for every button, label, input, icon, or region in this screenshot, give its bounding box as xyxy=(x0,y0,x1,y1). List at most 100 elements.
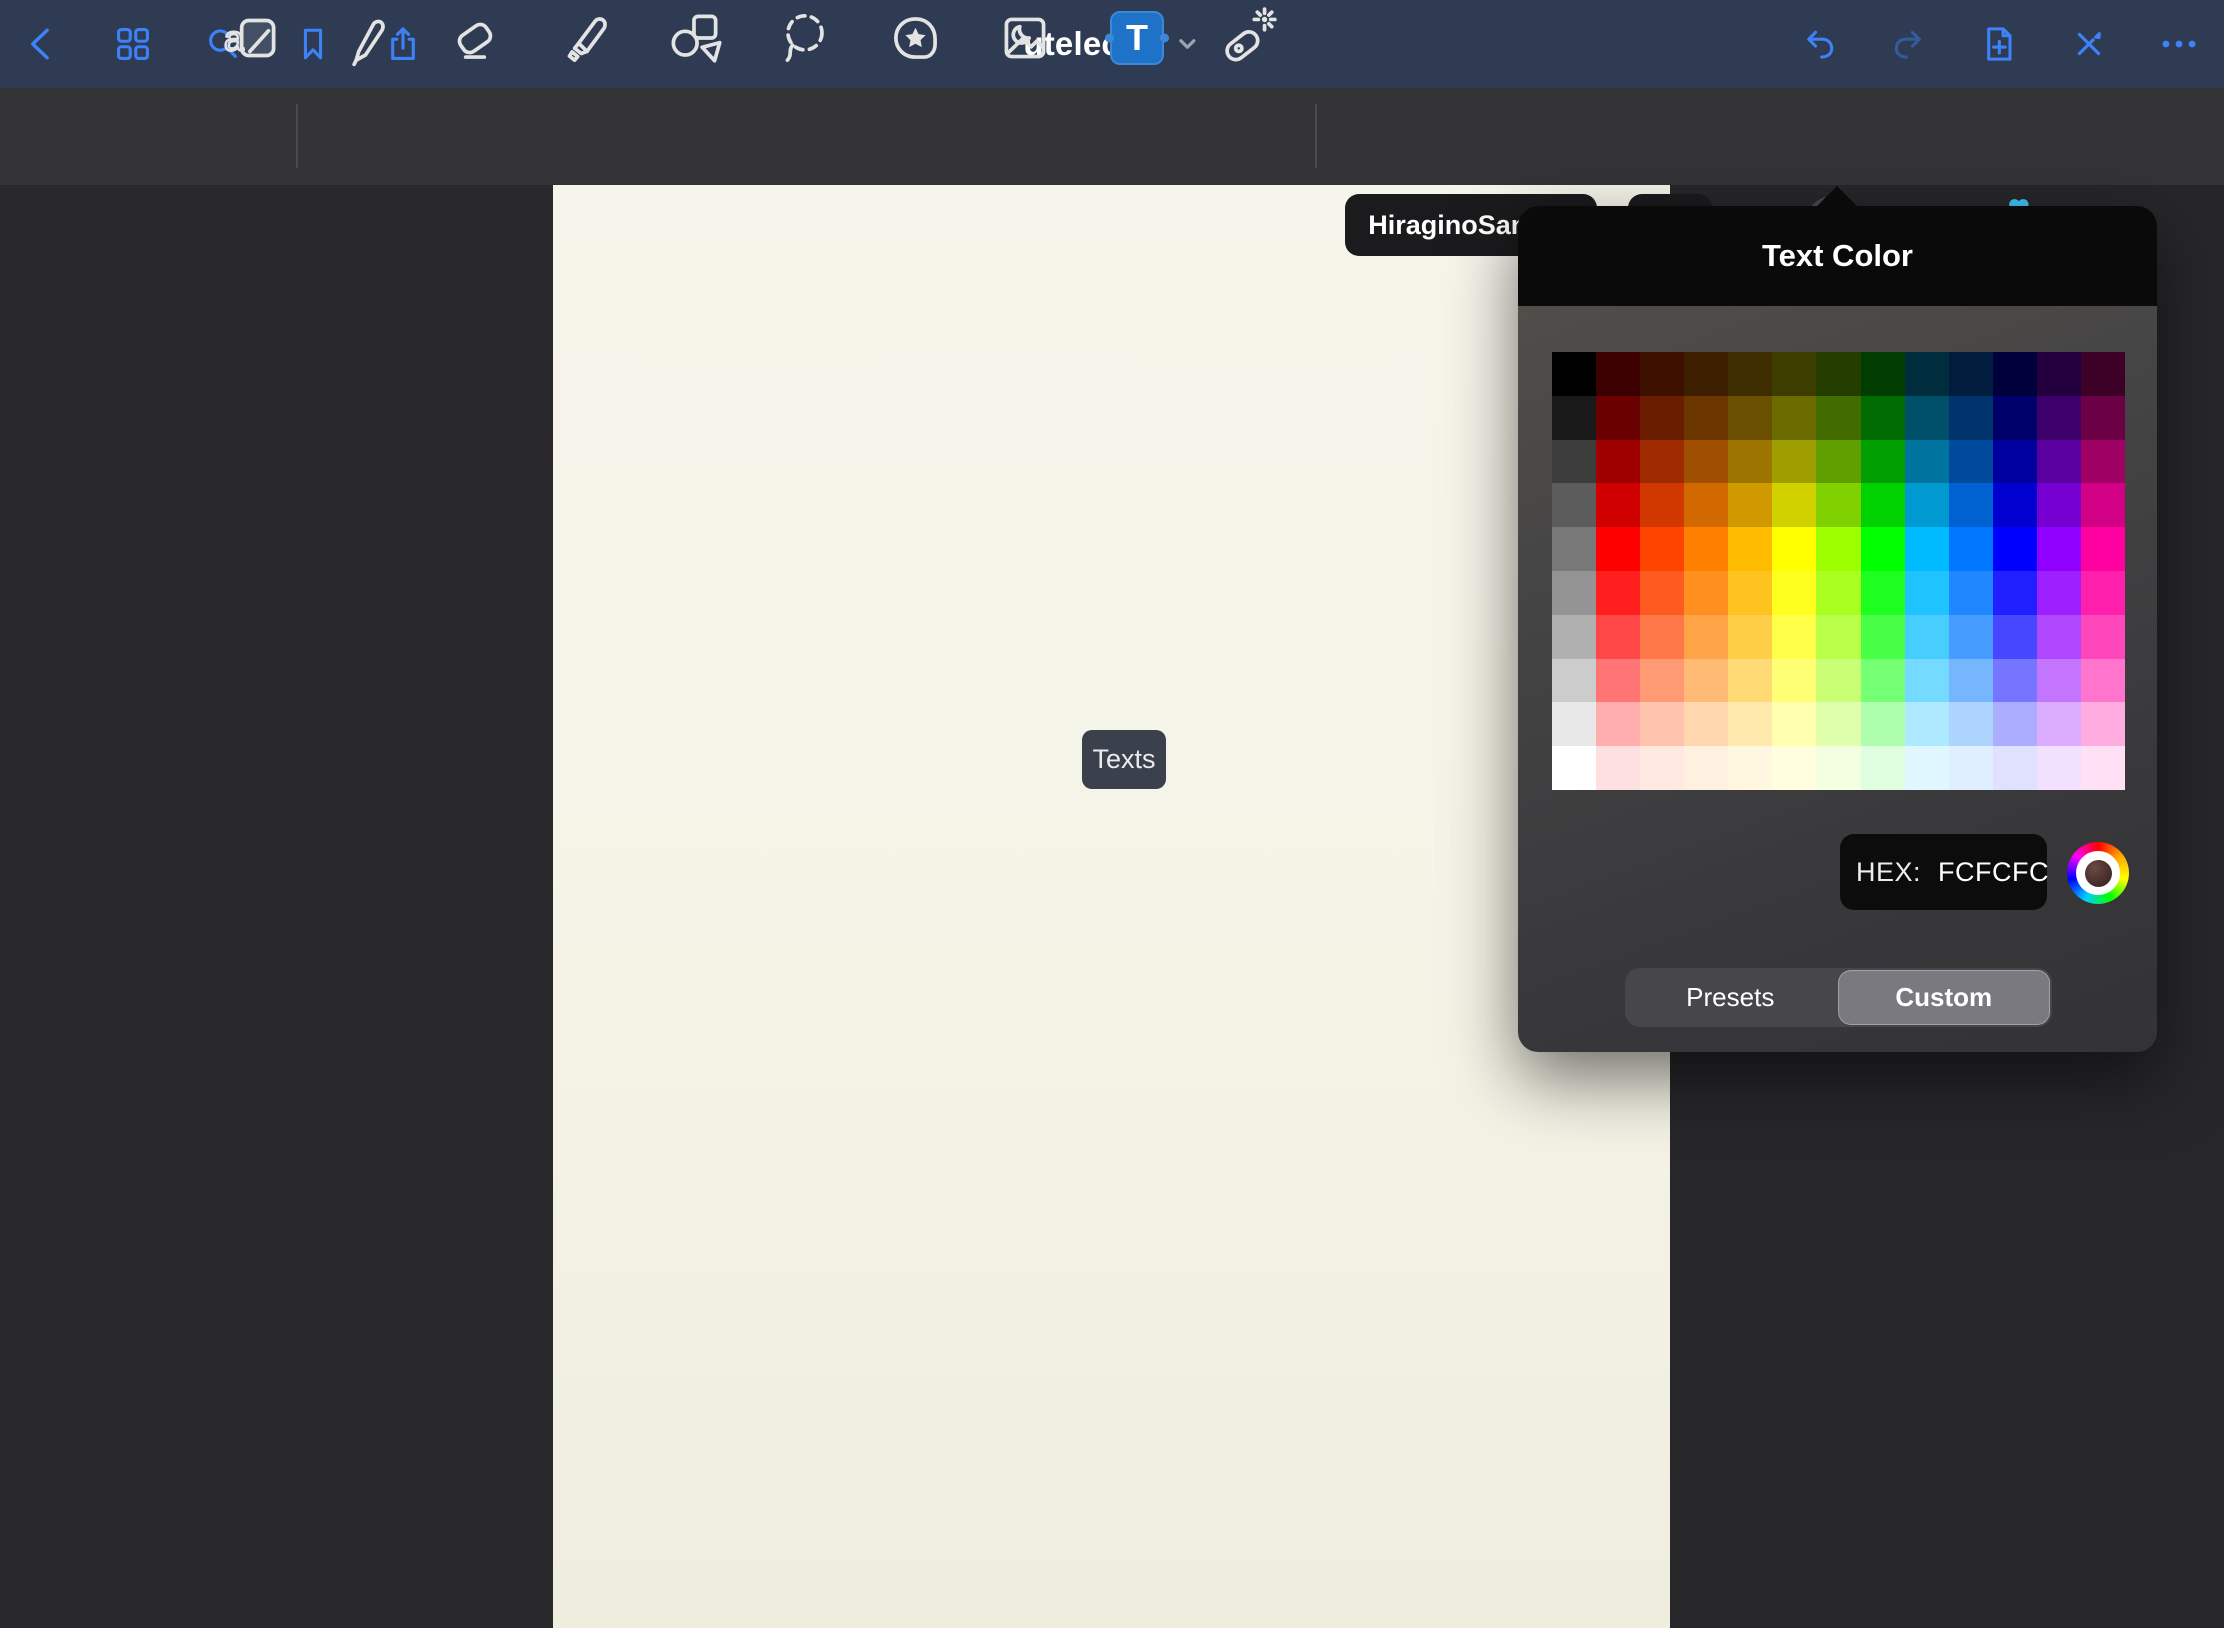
color-swatch[interactable] xyxy=(2081,702,2125,746)
color-swatch[interactable] xyxy=(1861,702,1905,746)
back-button[interactable] xyxy=(20,21,66,67)
color-swatch[interactable] xyxy=(1905,615,1949,659)
color-swatch[interactable] xyxy=(1596,615,1640,659)
color-swatch[interactable] xyxy=(2037,702,2081,746)
color-swatch[interactable] xyxy=(1596,746,1640,790)
color-swatch[interactable] xyxy=(1861,571,1905,615)
color-swatch[interactable] xyxy=(1949,615,1993,659)
color-swatch[interactable] xyxy=(1816,440,1860,484)
color-swatch[interactable] xyxy=(1861,746,1905,790)
color-swatch[interactable] xyxy=(1552,352,1596,396)
color-swatch[interactable] xyxy=(2037,571,2081,615)
color-swatch[interactable] xyxy=(2037,615,2081,659)
document-page[interactable]: Texts xyxy=(553,185,1670,1628)
color-swatch[interactable] xyxy=(1728,352,1772,396)
color-swatch[interactable] xyxy=(1640,702,1684,746)
color-swatch[interactable] xyxy=(1596,571,1640,615)
color-swatch[interactable] xyxy=(1949,527,1993,571)
color-swatch[interactable] xyxy=(2037,483,2081,527)
color-swatch[interactable] xyxy=(1728,527,1772,571)
color-swatch[interactable] xyxy=(1772,352,1816,396)
color-swatch[interactable] xyxy=(1552,746,1596,790)
color-swatch[interactable] xyxy=(2037,440,2081,484)
color-swatch[interactable] xyxy=(1993,527,2037,571)
color-swatch[interactable] xyxy=(1552,615,1596,659)
color-swatch[interactable] xyxy=(1684,352,1728,396)
color-swatch[interactable] xyxy=(2081,440,2125,484)
color-swatch[interactable] xyxy=(2037,746,2081,790)
color-swatch[interactable] xyxy=(1861,352,1905,396)
color-swatch[interactable] xyxy=(1684,483,1728,527)
color-swatch[interactable] xyxy=(2037,527,2081,571)
color-swatch[interactable] xyxy=(1684,396,1728,440)
color-swatch[interactable] xyxy=(1861,440,1905,484)
thumbnails-button[interactable] xyxy=(110,21,156,67)
color-swatch[interactable] xyxy=(1905,396,1949,440)
color-swatch[interactable] xyxy=(2081,571,2125,615)
color-swatch[interactable] xyxy=(1949,483,1993,527)
color-swatch[interactable] xyxy=(1993,659,2037,703)
color-swatch[interactable] xyxy=(1993,352,2037,396)
color-swatch[interactable] xyxy=(1816,396,1860,440)
color-swatch[interactable] xyxy=(1861,396,1905,440)
color-swatch[interactable] xyxy=(1905,483,1949,527)
color-swatch[interactable] xyxy=(1728,659,1772,703)
eraser-tool-button[interactable] xyxy=(438,0,514,76)
color-swatch[interactable] xyxy=(1684,440,1728,484)
color-swatch[interactable] xyxy=(1816,659,1860,703)
color-swatch[interactable] xyxy=(1728,746,1772,790)
sticker-tool-button[interactable] xyxy=(878,0,954,76)
color-swatch[interactable] xyxy=(1640,483,1684,527)
color-swatch[interactable] xyxy=(1596,527,1640,571)
color-swatch[interactable] xyxy=(1640,571,1684,615)
color-swatch[interactable] xyxy=(1772,702,1816,746)
color-swatch[interactable] xyxy=(1905,440,1949,484)
color-swatch[interactable] xyxy=(1993,440,2037,484)
highlighter-tool-button[interactable] xyxy=(549,0,625,76)
color-swatch[interactable] xyxy=(2081,527,2125,571)
color-swatch[interactable] xyxy=(1596,440,1640,484)
color-swatch[interactable] xyxy=(1772,571,1816,615)
color-swatch[interactable] xyxy=(1949,746,1993,790)
color-swatch[interactable] xyxy=(1949,659,1993,703)
color-swatch[interactable] xyxy=(1640,352,1684,396)
read-mode-tool-button[interactable]: a xyxy=(215,0,291,76)
color-swatch[interactable] xyxy=(1905,659,1949,703)
color-swatch[interactable] xyxy=(1728,571,1772,615)
color-swatch[interactable] xyxy=(1905,352,1949,396)
color-swatch[interactable] xyxy=(1861,527,1905,571)
color-swatch[interactable] xyxy=(1640,659,1684,703)
stylus-toggle-button[interactable] xyxy=(2066,21,2112,67)
color-swatch[interactable] xyxy=(1728,396,1772,440)
color-swatch[interactable] xyxy=(1596,702,1640,746)
color-swatch[interactable] xyxy=(1816,483,1860,527)
color-swatch[interactable] xyxy=(1552,483,1596,527)
color-swatch[interactable] xyxy=(1861,483,1905,527)
color-swatch[interactable] xyxy=(1552,396,1596,440)
color-swatch[interactable] xyxy=(1905,527,1949,571)
color-swatch[interactable] xyxy=(1684,746,1728,790)
color-swatch[interactable] xyxy=(1684,527,1728,571)
color-swatch[interactable] xyxy=(1552,440,1596,484)
color-swatch[interactable] xyxy=(1596,659,1640,703)
color-swatch[interactable] xyxy=(1552,527,1596,571)
lasso-tool-button[interactable] xyxy=(768,0,844,76)
color-swatch[interactable] xyxy=(1596,483,1640,527)
color-swatch[interactable] xyxy=(1993,615,2037,659)
color-swatch[interactable] xyxy=(1552,702,1596,746)
pen-tool-button[interactable] xyxy=(328,0,404,76)
color-swatch[interactable] xyxy=(1816,746,1860,790)
color-swatch[interactable] xyxy=(1728,702,1772,746)
undo-button[interactable] xyxy=(1796,21,1842,67)
color-swatch[interactable] xyxy=(1816,571,1860,615)
color-swatch[interactable] xyxy=(1684,571,1728,615)
tab-presets[interactable]: Presets xyxy=(1625,968,1836,1027)
color-swatch[interactable] xyxy=(1640,396,1684,440)
color-swatch[interactable] xyxy=(1772,440,1816,484)
color-swatch[interactable] xyxy=(1816,702,1860,746)
color-swatch[interactable] xyxy=(1684,615,1728,659)
color-swatch[interactable] xyxy=(2081,483,2125,527)
color-swatch[interactable] xyxy=(1905,702,1949,746)
color-swatch[interactable] xyxy=(1552,571,1596,615)
add-page-button[interactable] xyxy=(1976,21,2022,67)
